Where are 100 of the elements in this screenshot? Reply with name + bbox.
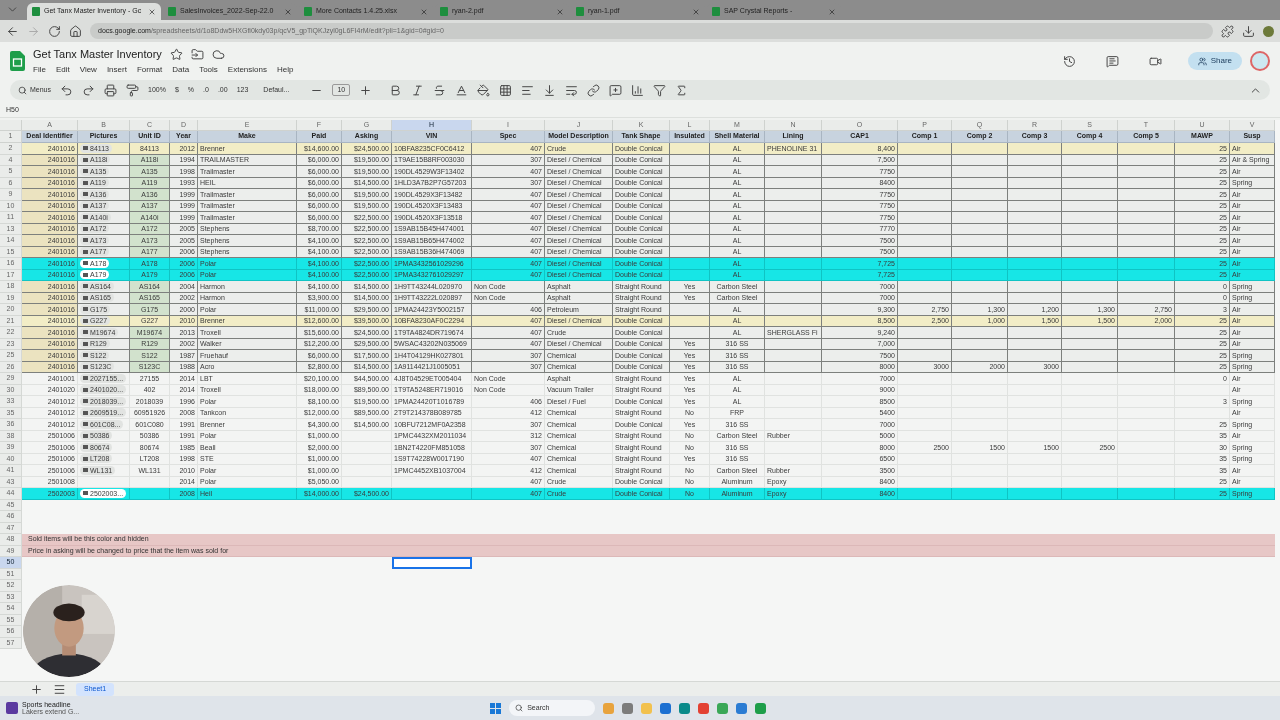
reload-icon[interactable] (48, 24, 61, 38)
windows-icon[interactable] (490, 702, 502, 714)
image-icon (83, 192, 88, 197)
paint-format-icon[interactable] (126, 83, 139, 97)
chart-icon[interactable] (631, 83, 645, 97)
star-icon[interactable] (169, 47, 183, 61)
image-icon (83, 238, 88, 243)
borders-icon[interactable] (499, 83, 513, 97)
italic-icon[interactable] (411, 83, 425, 97)
plus-icon[interactable] (359, 83, 373, 97)
menu-item[interactable]: Format (136, 64, 163, 77)
table-cell (1008, 327, 1062, 339)
align-icon[interactable] (521, 83, 535, 97)
image-icon (83, 353, 88, 358)
cloud-icon[interactable] (211, 47, 225, 61)
table-cell (1062, 281, 1118, 293)
sheets-logo-icon (10, 51, 25, 71)
sheet-icon (576, 7, 584, 16)
add-sheet-icon[interactable] (30, 682, 43, 696)
table-cell (1118, 373, 1175, 385)
table-cell (1008, 350, 1062, 362)
redo-icon[interactable] (82, 83, 95, 97)
image-icon (83, 146, 88, 151)
link-icon[interactable] (587, 83, 601, 97)
table-cell (952, 166, 1008, 178)
sheet-icon (304, 7, 312, 16)
table-cell (1118, 235, 1175, 247)
share-button[interactable]: Share (1187, 52, 1242, 70)
comment-icon[interactable] (1105, 54, 1119, 68)
home-icon[interactable] (69, 24, 82, 38)
menu-item[interactable]: Insert (106, 64, 127, 77)
table-cell (1008, 258, 1062, 270)
table-cell (898, 281, 952, 293)
app-icon[interactable] (755, 702, 767, 714)
table-cell (1008, 281, 1062, 293)
close-icon[interactable] (828, 7, 836, 16)
table-cell (1118, 189, 1175, 201)
print-icon[interactable] (104, 83, 117, 97)
app-icon[interactable] (698, 702, 710, 714)
close-icon[interactable] (556, 7, 564, 16)
image-icon (83, 215, 88, 220)
app-icon[interactable] (660, 702, 672, 714)
strikethrough-icon[interactable] (433, 83, 447, 97)
table-cell (670, 166, 710, 178)
image-icon (83, 295, 88, 300)
menu-item[interactable]: View (79, 64, 97, 77)
table-cell (1008, 235, 1062, 247)
close-icon[interactable] (284, 7, 292, 16)
selected-cell[interactable] (392, 557, 472, 569)
menu-item[interactable]: Edit (55, 64, 70, 77)
search-icon (18, 85, 27, 95)
table-cell (1118, 281, 1175, 293)
menu-item[interactable]: Extensions (227, 64, 267, 77)
close-icon[interactable] (148, 7, 156, 16)
sheet-icon (32, 7, 40, 16)
profile-icon[interactable] (1263, 25, 1274, 37)
menu-item[interactable]: File (33, 64, 46, 77)
download-icon[interactable] (1242, 24, 1255, 38)
table-cell (952, 258, 1008, 270)
folder-icon[interactable] (190, 47, 204, 61)
app-icon[interactable] (679, 702, 691, 714)
table-cell (1062, 212, 1118, 224)
image-icon (83, 307, 88, 312)
menu-item[interactable]: Help (277, 64, 294, 77)
avatar[interactable] (1250, 51, 1270, 71)
image-icon (83, 203, 88, 208)
menu-item[interactable]: Data (172, 64, 190, 77)
image-icon (83, 318, 88, 323)
undo-icon[interactable] (60, 83, 73, 97)
image-icon (83, 284, 88, 289)
app-icon[interactable] (622, 702, 634, 714)
menu-item[interactable]: Tools (199, 64, 218, 77)
history-icon[interactable] (1062, 54, 1076, 68)
comment-add-icon[interactable] (609, 83, 623, 97)
app-icon[interactable] (736, 702, 748, 714)
bold-icon[interactable] (389, 83, 403, 97)
table-cell (1118, 350, 1175, 362)
close-icon[interactable] (692, 7, 700, 16)
image-icon (83, 157, 88, 162)
image-icon (83, 387, 88, 392)
vertical-align-icon[interactable] (543, 83, 557, 97)
text-color-icon[interactable] (455, 83, 469, 97)
back-icon[interactable] (6, 24, 19, 38)
close-icon[interactable] (420, 7, 428, 16)
fill-color-icon[interactable] (477, 83, 491, 97)
table-cell (1008, 166, 1062, 178)
table-cell (1008, 488, 1062, 500)
wrap-icon[interactable] (565, 83, 579, 97)
table-cell (765, 212, 822, 224)
image-icon (83, 422, 88, 427)
all-sheets-icon[interactable] (53, 682, 66, 696)
table-cell (1062, 350, 1118, 362)
table-cell (1118, 327, 1175, 339)
table-cell (1118, 212, 1175, 224)
filter-icon[interactable] (653, 83, 667, 97)
table-cell (952, 488, 1008, 500)
image-icon (83, 341, 88, 346)
document-title[interactable]: Get Tanx Master Inventory (33, 45, 162, 63)
extension-icon[interactable] (1221, 24, 1234, 38)
table-cell (1062, 189, 1118, 201)
